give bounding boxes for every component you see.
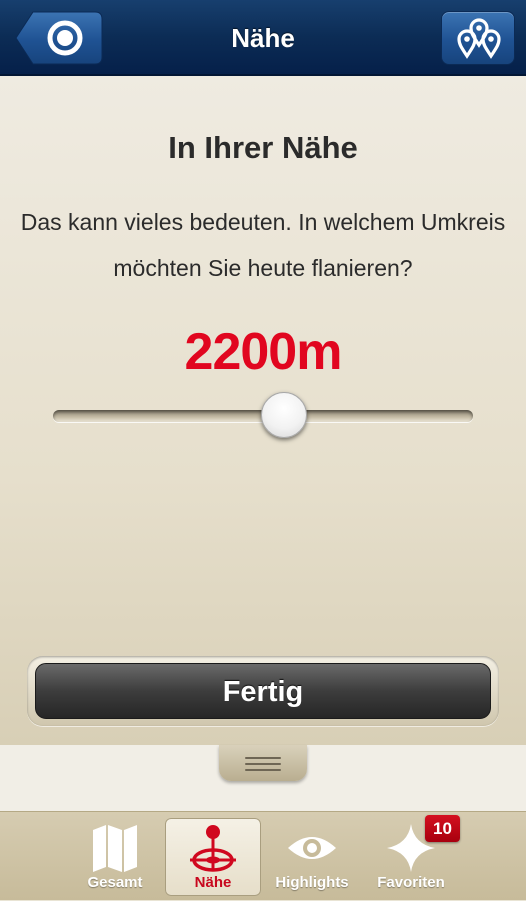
drawer-handle[interactable]: [219, 745, 307, 781]
map-button[interactable]: [441, 11, 515, 65]
main-content: In Ihrer Nähe Das kann vieles bedeuten. …: [0, 76, 526, 745]
location-pin-icon: [165, 822, 261, 874]
distance-value: 2200m: [184, 323, 343, 381]
done-button[interactable]: Fertig: [35, 663, 491, 719]
tab-highlights[interactable]: Highlights: [264, 812, 360, 901]
tab-label: Highlights: [275, 874, 349, 891]
tab-label: Nähe: [194, 874, 232, 891]
tab-naehe[interactable]: Nähe: [165, 818, 261, 896]
map-pins-icon: [442, 18, 514, 60]
eye-icon: [264, 822, 360, 874]
map-icon: [67, 822, 163, 874]
tab-gesamt[interactable]: Gesamt: [67, 812, 163, 901]
tab-label: Gesamt: [87, 874, 143, 891]
section-heading: In Ihrer Nähe: [168, 130, 358, 165]
description-text: Das kann vieles bedeuten. In welchem Umk…: [20, 209, 506, 281]
tab-label: Favoriten: [377, 874, 445, 891]
navigation-bar: Nähe: [0, 0, 526, 76]
distance-slider-thumb[interactable]: [261, 392, 307, 438]
favorites-count-badge: 10: [425, 815, 460, 842]
